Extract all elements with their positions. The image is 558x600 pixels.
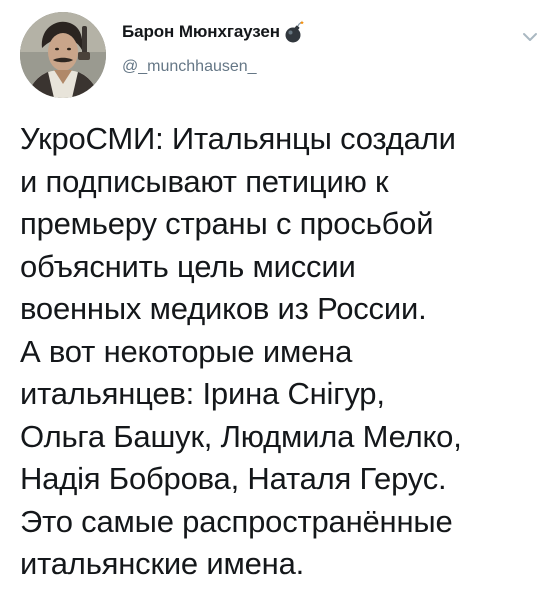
chevron-down-icon[interactable] bbox=[522, 30, 538, 42]
bomb-icon bbox=[283, 20, 305, 44]
tweet-text: УкроСМИ: Итальянцы создали и подписывают… bbox=[20, 121, 462, 581]
display-name[interactable]: Барон Мюнхгаузен bbox=[122, 22, 280, 42]
handle[interactable]: @_munchhausen_ bbox=[122, 58, 305, 76]
tweet-author[interactable]: Барон Мюнхгаузен @_munchhausen_ bbox=[122, 20, 305, 76]
avatar-portrait bbox=[20, 12, 106, 98]
tweet: Барон Мюнхгаузен @_munchhausen_ УкроСМИ:… bbox=[0, 0, 558, 600]
avatar[interactable] bbox=[20, 12, 106, 98]
